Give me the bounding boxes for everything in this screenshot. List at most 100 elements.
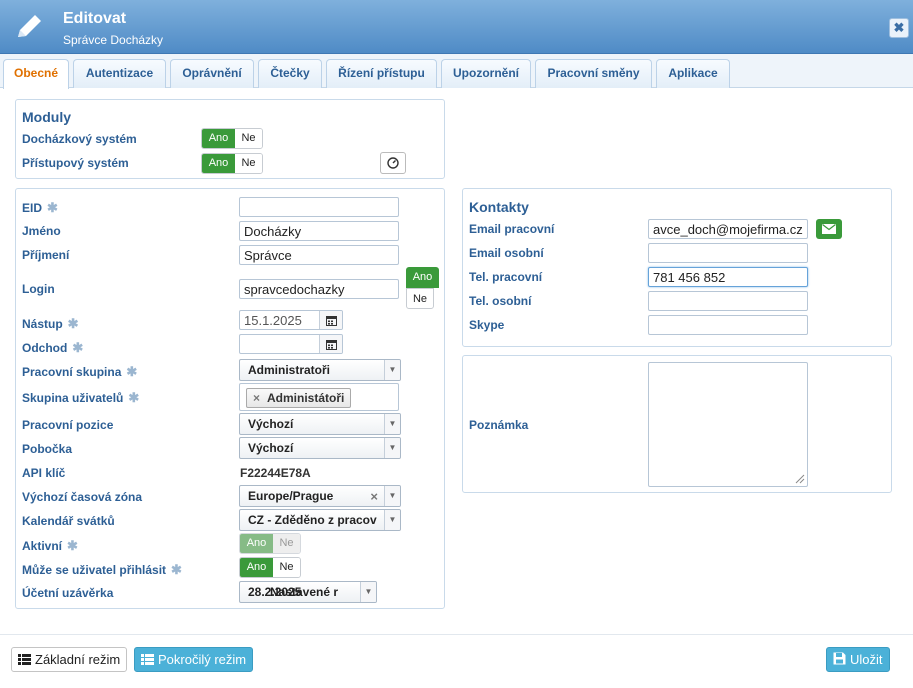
start-date-input[interactable]: 15.1.2025 — [239, 310, 343, 330]
gauge-icon — [387, 157, 399, 169]
skype-label: Skype — [469, 318, 505, 332]
api-key-value: F22244E78A — [240, 466, 311, 480]
tab-work-shifts[interactable]: Pracovní směny — [535, 59, 652, 88]
required-icon: ✱ — [67, 538, 78, 553]
branch-select[interactable]: Výchozí ▼ — [239, 437, 401, 459]
closing-overlay-text: Nastavené r — [270, 585, 339, 599]
dialog-title: Editovat — [63, 10, 127, 27]
list-icon — [18, 654, 31, 665]
toggle-yes[interactable]: Ano — [202, 154, 235, 173]
attendance-system-toggle[interactable]: Ano Ne — [201, 128, 263, 149]
chevron-down-icon: ▼ — [360, 582, 376, 602]
eid-label: EID ✱ — [22, 200, 58, 215]
toggle-yes[interactable]: Ano — [240, 534, 273, 553]
required-icon: ✱ — [67, 316, 79, 331]
login-label: Login — [22, 282, 55, 296]
envelope-icon — [822, 224, 836, 234]
tab-general[interactable]: Obecné — [3, 59, 69, 89]
modules-panel: Moduly Docházkový systém Ano Ne Přístupo… — [15, 99, 445, 179]
required-icon: ✱ — [128, 390, 140, 405]
timezone-select[interactable]: Europe/Prague × ▼ — [239, 485, 401, 507]
personal-phone-input[interactable] — [648, 291, 808, 311]
calendar-icon[interactable] — [319, 335, 342, 353]
dialog-titlebar: Editovat Správce Docházky ✖ — [0, 0, 913, 54]
user-form-panel: EID ✱ Jméno Docházky Příjmení Správce Log… — [15, 188, 445, 609]
tab-access-control[interactable]: Řízení přístupu — [326, 59, 437, 88]
work-group-label: Pracovní skupina ✱ — [22, 364, 138, 379]
tab-permissions[interactable]: Oprávnění — [170, 59, 254, 88]
api-key-label: API klíč — [22, 466, 66, 480]
tab-applications[interactable]: Aplikace — [656, 59, 730, 88]
leave-date-label: Odchod ✱ — [22, 340, 84, 355]
contacts-title: Kontakty — [469, 199, 529, 215]
work-group-select[interactable]: Administratoři ▼ — [239, 359, 401, 381]
position-select[interactable]: Výchozí ▼ — [239, 413, 401, 435]
toggle-no[interactable]: Ne — [406, 288, 434, 309]
basic-mode-button[interactable]: Základní režim — [11, 647, 128, 672]
user-group-multiselect[interactable]: × Administátoři — [239, 383, 399, 411]
floppy-disk-icon — [833, 652, 846, 665]
chevron-down-icon: ▼ — [384, 510, 400, 530]
clear-icon[interactable]: × — [370, 489, 378, 504]
calendar-icon[interactable] — [319, 311, 342, 329]
login-input[interactable]: spravcedochazky — [239, 279, 399, 299]
attendance-system-label: Docházkový systém — [22, 132, 137, 146]
chevron-down-icon: ▼ — [384, 438, 400, 458]
leave-date-input[interactable] — [239, 334, 343, 354]
close-button[interactable]: ✖ — [889, 18, 909, 38]
personal-email-input[interactable] — [648, 243, 808, 263]
tab-notifications[interactable]: Upozornění — [441, 59, 531, 88]
accounting-closing-label: Účetní uzávěrka — [22, 586, 114, 600]
active-toggle[interactable]: Ano Ne — [239, 533, 301, 554]
toggle-yes[interactable]: Ano — [240, 558, 273, 577]
access-system-label: Přístupový systém — [22, 156, 129, 170]
tab-readers[interactable]: Čtečky — [258, 59, 322, 88]
resize-grip-icon[interactable] — [795, 474, 805, 484]
toggle-yes[interactable]: Ano — [406, 267, 439, 288]
required-icon: ✱ — [126, 364, 138, 379]
tab-authentication[interactable]: Autentizace — [73, 59, 166, 88]
can-login-toggle[interactable]: Ano Ne — [239, 557, 301, 578]
last-name-input[interactable]: Správce — [239, 245, 399, 265]
required-icon: ✱ — [171, 562, 182, 577]
save-button[interactable]: Uložit — [826, 647, 890, 672]
tab-bar: Obecné Autentizace Oprávnění Čtečky Říze… — [0, 54, 913, 89]
advanced-mode-button[interactable]: Pokročilý režim — [134, 647, 254, 672]
active-label: Aktivní ✱ — [22, 538, 78, 553]
user-group-tag: × Administátoři — [246, 388, 352, 408]
last-name-label: Příjmení — [22, 248, 70, 262]
work-phone-label: Tel. pracovní — [469, 270, 543, 284]
contacts-panel: Kontakty Email pracovní avce_doch@mojefi… — [462, 188, 892, 347]
required-icon: ✱ — [72, 340, 84, 355]
send-email-button[interactable] — [816, 219, 842, 239]
work-phone-input[interactable]: 781 456 852 — [648, 267, 808, 287]
remove-tag-icon[interactable]: × — [253, 391, 260, 405]
login-toggle[interactable]: Ano Ne — [406, 267, 439, 309]
note-textarea[interactable] — [648, 362, 808, 487]
eid-input[interactable] — [239, 197, 399, 217]
toggle-yes[interactable]: Ano — [202, 129, 235, 148]
work-email-input[interactable]: avce_doch@mojefirma.cz — [648, 219, 808, 239]
timezone-label: Výchozí časová zóna — [22, 490, 143, 504]
chevron-down-icon: ▼ — [384, 360, 400, 380]
chevron-down-icon: ▼ — [384, 486, 400, 506]
holiday-calendar-select[interactable]: CZ - Zděděno z pracov ▼ — [239, 509, 401, 531]
personal-email-label: Email osobní — [469, 246, 544, 260]
toggle-no[interactable]: Ne — [235, 129, 262, 148]
note-panel: Poznámka — [462, 355, 892, 493]
required-icon: ✱ — [47, 200, 58, 215]
branch-label: Pobočka — [22, 442, 73, 456]
access-settings-button[interactable] — [380, 152, 406, 174]
first-name-input[interactable]: Docházky — [239, 221, 399, 241]
toggle-no[interactable]: Ne — [273, 534, 300, 553]
chevron-down-icon: ▼ — [384, 414, 400, 434]
toggle-no[interactable]: Ne — [235, 154, 262, 173]
personal-phone-label: Tel. osobní — [469, 294, 532, 308]
skype-input[interactable] — [648, 315, 808, 335]
first-name-label: Jméno — [22, 224, 61, 238]
user-group-label: Skupina uživatelů ✱ — [22, 390, 140, 405]
accounting-closing-select[interactable]: 28.2.2025 Nastavené r ▼ — [239, 581, 377, 603]
footer-divider — [0, 634, 913, 635]
toggle-no[interactable]: Ne — [273, 558, 300, 577]
access-system-toggle[interactable]: Ano Ne — [201, 153, 263, 174]
